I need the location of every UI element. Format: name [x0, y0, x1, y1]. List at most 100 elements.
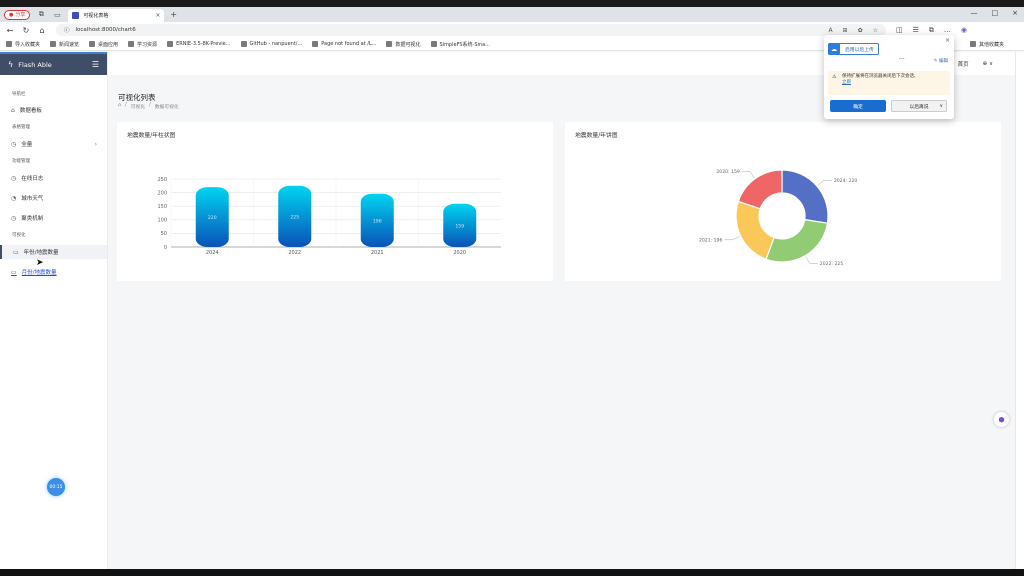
header-home-link[interactable]: 首页: [958, 60, 969, 68]
more-icon[interactable]: …: [944, 26, 951, 35]
confirm-label: 确定: [853, 104, 863, 110]
refresh-icon[interactable]: ↻: [20, 26, 32, 35]
other-bookmarks[interactable]: 其他收藏夹: [969, 41, 1004, 48]
y-tick-label: 150: [157, 204, 167, 210]
folder-icon: [6, 41, 12, 47]
bookmark-item[interactable]: 导入收藏夹: [6, 41, 40, 48]
site-info-icon[interactable]: ⓘ: [64, 26, 70, 34]
sidebar-item-dashboard[interactable]: ⌂ 数据看板: [0, 103, 107, 117]
popup-edit-link[interactable]: ✎ 编辑: [934, 58, 948, 64]
breadcrumb-item: 数据可视化: [154, 105, 179, 110]
chevron-down-icon[interactable]: ∨: [939, 104, 943, 109]
tab-actions-icon[interactable]: ▭: [52, 10, 62, 20]
sidebar-item-label: 数据看板: [19, 108, 42, 114]
donut-chart-card: 地震数量/年饼图 2024: 220 2022: 225 2021: 196 2020…: [565, 122, 1001, 281]
breadcrumb-item[interactable]: 可视化: [131, 103, 145, 110]
browser-tab[interactable]: 可视化表格 ×: [68, 9, 165, 22]
breadcrumb-separator: /: [125, 103, 127, 108]
label-leader-line: [805, 256, 818, 264]
lightning-icon: ϟ: [8, 60, 14, 69]
tab-favicon-icon: [72, 12, 80, 19]
sidebar-item-year-quakes[interactable]: ▭ 年份/地震数量: [0, 245, 107, 259]
bookmark-item[interactable]: GitHub - nanpuent/...: [240, 41, 302, 47]
sidebar-item-label: 在线日志: [21, 176, 44, 182]
bookmark-item[interactable]: Page not found at /L...: [312, 41, 376, 47]
favorites-icon[interactable]: ☰: [913, 26, 919, 35]
new-tab-icon[interactable]: +: [170, 10, 177, 19]
split-screen-icon[interactable]: ◫: [896, 26, 903, 35]
url-input[interactable]: ⓘ localhost:8000/chart6 A ⊞ ✿ ☆: [56, 24, 886, 36]
read-aloud-icon[interactable]: A: [828, 27, 832, 34]
y-tick-label: 50: [161, 231, 167, 237]
url-text: localhost:8000/chart6: [75, 27, 136, 33]
extension-popup: × 启用以后上传 ☁ ··· ✎ 编辑 ⚠ 保持扩展将在浏览器关闭后下次会话, …: [824, 35, 954, 119]
warning-link[interactable]: 立即: [842, 80, 851, 85]
sidebar-item-month-quakes[interactable]: ▭ 月份/地震数量: [0, 265, 107, 279]
bookmark-item[interactable]: 桌面应用: [89, 41, 118, 48]
label-leader-line: [724, 236, 740, 241]
header-user-menu[interactable]: ⊕ ∨: [983, 61, 993, 67]
collections-icon[interactable]: ⧉: [929, 26, 934, 35]
bookmark-item[interactable]: 新闻速览: [50, 41, 79, 48]
donut-slice: [781, 169, 829, 224]
sidebar-item-weather[interactable]: ◔ 城市天气: [0, 191, 107, 205]
fab-label: 00:15: [49, 484, 63, 490]
home-icon[interactable]: ⌂: [36, 26, 48, 35]
breadcrumb-home-icon[interactable]: ⌂: [118, 103, 121, 110]
sidebar-item-label: 全量: [21, 142, 33, 148]
floating-action-button[interactable]: 00:15: [47, 478, 65, 496]
profile-icon: ●: [9, 11, 14, 18]
sidebar-item-label: 聚类机制: [21, 216, 44, 222]
copilot-icon[interactable]: ◉: [961, 26, 967, 35]
popup-button-label: 启用以后上传: [845, 47, 874, 53]
bookmark-item[interactable]: 学习资源: [128, 41, 157, 48]
warning-text: 保持扩展将在浏览器关闭后下次会话,: [842, 74, 916, 79]
main-content: 可视化列表 ⌂ / 可视化 / 数据可视化 地震数量/年柱状图 0 50 100 15…: [108, 75, 1015, 569]
y-tick-label: 0: [164, 245, 167, 251]
sidebar-item-all[interactable]: ◷ 全量 ›: [0, 137, 107, 151]
window-close-icon[interactable]: ×: [1012, 9, 1018, 17]
dashboard-icon: ⌂: [11, 106, 15, 114]
bookmark-label: ERNIE-3.5-8K-Previe...: [176, 41, 231, 47]
window-controls: — □ ×: [971, 9, 1019, 17]
app-icon[interactable]: ⊞: [843, 27, 848, 34]
sidebar-item-cluster[interactable]: ◷ 聚类机制: [0, 211, 107, 225]
warning-icon: ⚠: [832, 74, 837, 80]
tab-title: 可视化表格: [83, 13, 109, 19]
maximize-icon[interactable]: □: [992, 9, 999, 17]
x-tick-label: 2021: [371, 250, 384, 256]
extension-icon[interactable]: ✿: [858, 27, 863, 34]
chart-icon: [386, 41, 393, 47]
bookmark-label: 学习资源: [137, 41, 158, 48]
brand-name: Flash Able: [18, 60, 52, 69]
hamburger-menu-icon[interactable]: ☰: [92, 60, 99, 69]
page-title: 可视化列表: [118, 93, 156, 102]
bar-chart-card: 地震数量/年柱状图 0 50 100 150 200 250 220 2024 225 2022 1…: [117, 122, 553, 281]
bookmark-item[interactable]: ERNIE-3.5-8K-Previe...: [167, 41, 231, 47]
favorite-star-icon[interactable]: ☆: [873, 27, 878, 34]
bar-value-label: 220: [208, 215, 217, 221]
donut-slice: [737, 169, 783, 210]
popup-close-icon[interactable]: ×: [945, 37, 950, 44]
layers-icon: ◷: [11, 140, 17, 148]
donut-slice: [735, 200, 775, 260]
profile-button[interactable]: ● 分享: [4, 9, 31, 20]
edit-label: 编辑: [939, 59, 948, 64]
back-icon[interactable]: ←: [4, 26, 16, 35]
browser-tab-bar: ● 分享 ⧉ ▭ 可视化表格 × + — □ ×: [0, 7, 1024, 22]
folder-icon: [969, 41, 976, 47]
sidebar-item-logs[interactable]: ◷ 在线日志: [0, 171, 107, 185]
copilot-floating-icon[interactable]: ⬢: [994, 412, 1009, 427]
bookmark-item[interactable]: 数据可视化: [386, 41, 421, 48]
minimize-icon[interactable]: —: [971, 9, 978, 17]
bookmark-item[interactable]: SimpleFS系统-Sina...: [430, 41, 490, 48]
more-options-icon[interactable]: ···: [899, 56, 905, 63]
workspaces-icon[interactable]: ⧉: [36, 10, 46, 20]
browser-toolbar: ◫ ☰ ⧉ … ◉: [896, 26, 967, 35]
confirm-button[interactable]: 确定: [830, 100, 886, 112]
bookmark-label: 新闻速览: [59, 41, 80, 48]
bar-value-label: 196: [373, 218, 382, 224]
later-button[interactable]: 以后再说 ∨: [891, 100, 947, 112]
x-tick-label: 2022: [288, 250, 301, 256]
tab-close-icon[interactable]: ×: [155, 12, 160, 19]
